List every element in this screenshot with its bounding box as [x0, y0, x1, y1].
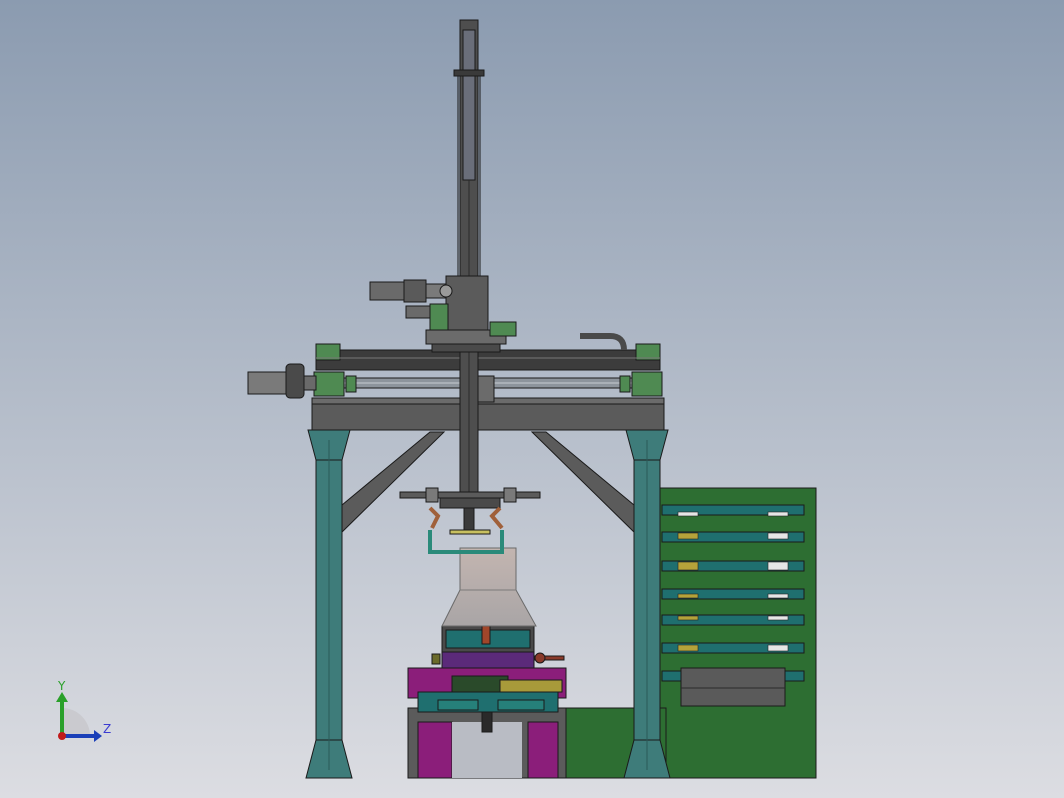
cad-assembly-view: Y Z: [0, 0, 1064, 798]
workstation-base: [407, 651, 567, 779]
z-axis-label: Z: [103, 722, 111, 736]
gantry-crossbeam: [311, 397, 665, 431]
cabinet-drawer: [680, 667, 786, 707]
y-axis-label: Y: [57, 679, 66, 693]
